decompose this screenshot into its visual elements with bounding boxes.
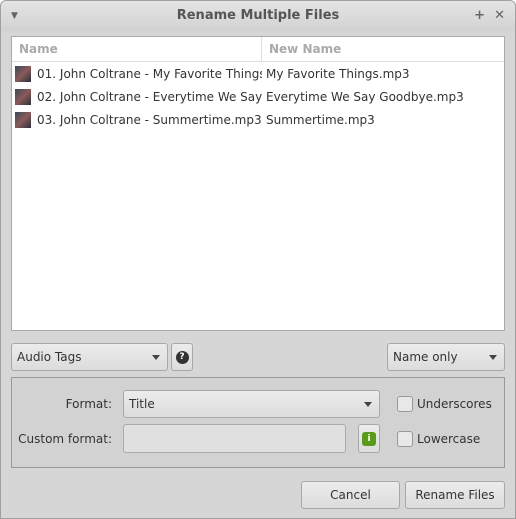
album-art-icon	[15, 88, 31, 105]
original-name: 01. John Coltrane - My Favorite Things..…	[37, 66, 262, 81]
window-menu-icon[interactable]: ▼	[11, 1, 18, 31]
file-row[interactable]: 01. John Coltrane - My Favorite Things..…	[12, 62, 504, 85]
custom-format-input[interactable]	[123, 424, 346, 453]
new-name: Everytime We Say Goodbye.mp3	[266, 89, 464, 104]
chevron-down-icon	[152, 355, 160, 360]
lowercase-label: Lowercase	[417, 432, 481, 446]
rename-mode-value: Audio Tags	[17, 350, 82, 364]
new-name: My Favorite Things.mp3	[266, 66, 410, 81]
file-list[interactable]: Name New Name 01. John Coltrane - My Fav…	[11, 36, 505, 331]
scope-value: Name only	[393, 350, 458, 364]
file-row[interactable]: 03. John Coltrane - Summertime.mp3 Summer…	[12, 108, 504, 131]
album-art-icon	[15, 111, 31, 128]
help-button[interactable]: ?	[171, 343, 193, 371]
scope-dropdown[interactable]: Name only	[387, 343, 505, 371]
maximize-icon[interactable]: +	[474, 1, 485, 31]
new-name: Summertime.mp3	[266, 112, 375, 127]
options-panel: Format: Title Custom format: i Underscor…	[11, 377, 505, 468]
cancel-button[interactable]: Cancel	[301, 481, 400, 509]
original-name: 02. John Coltrane - Everytime We Say ...	[37, 89, 262, 104]
original-name: 03. John Coltrane - Summertime.mp3	[37, 112, 262, 127]
lowercase-checkbox[interactable]	[397, 431, 413, 447]
rename-dialog: ▼ Rename Multiple Files + ✕ Name New Nam…	[0, 0, 516, 519]
title-bar: ▼ Rename Multiple Files + ✕	[1, 1, 515, 31]
chevron-down-icon	[364, 402, 372, 407]
underscores-label: Underscores	[417, 397, 492, 411]
rename-files-button[interactable]: Rename Files	[405, 481, 505, 509]
underscores-checkbox[interactable]	[397, 396, 413, 412]
column-header-name[interactable]: Name	[12, 37, 262, 61]
window-title: Rename Multiple Files	[176, 8, 340, 23]
format-info-button[interactable]: i	[358, 424, 380, 453]
info-icon: i	[362, 431, 376, 446]
file-row[interactable]: 02. John Coltrane - Everytime We Say ...…	[12, 85, 504, 108]
custom-format-label: Custom format:	[18, 432, 112, 446]
format-dropdown[interactable]: Title	[123, 390, 380, 418]
close-icon[interactable]: ✕	[494, 1, 505, 31]
format-value: Title	[129, 397, 155, 411]
album-art-icon	[15, 65, 31, 82]
column-header-new-name[interactable]: New Name	[262, 37, 341, 61]
format-label: Format:	[65, 397, 112, 411]
rename-mode-dropdown[interactable]: Audio Tags	[11, 343, 168, 371]
help-icon: ?	[175, 350, 189, 364]
chevron-down-icon	[489, 355, 497, 360]
